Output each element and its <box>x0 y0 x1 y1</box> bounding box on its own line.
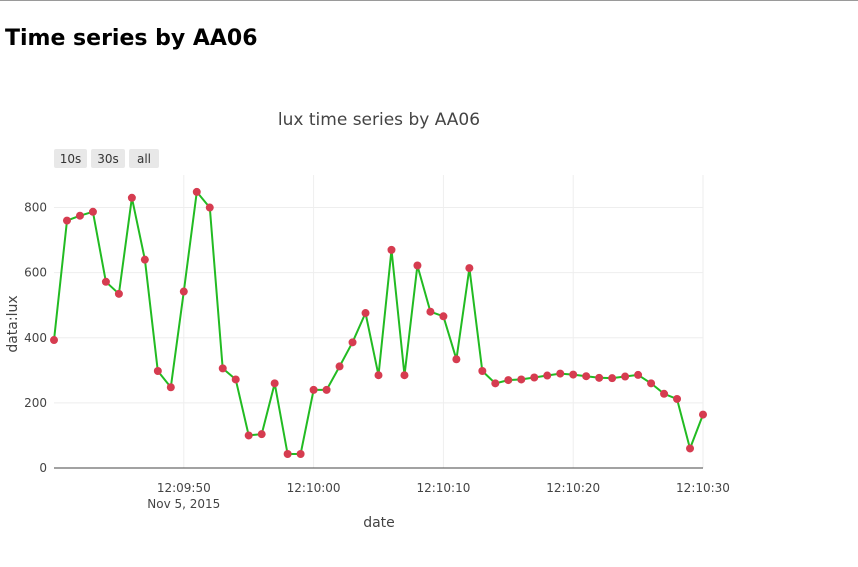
data-point <box>62 216 71 225</box>
data-point <box>270 379 279 388</box>
data-point <box>595 373 604 382</box>
data-point <box>361 309 370 318</box>
data-point <box>452 355 461 364</box>
data-point <box>140 255 149 264</box>
data-point <box>101 277 110 286</box>
y-tick-label: 200 <box>24 396 47 410</box>
data-point <box>478 366 487 375</box>
data-point <box>699 410 707 419</box>
data-point <box>322 385 331 394</box>
x-tick-label: 12:10:10 <box>416 481 470 495</box>
data-point <box>231 375 240 384</box>
plot-area <box>50 187 707 459</box>
data-point <box>569 370 578 379</box>
data-point <box>50 336 58 345</box>
chart: lux time series by AA06 10s 30s all 0 200… <box>5 110 730 531</box>
range-selector: 10s 30s all <box>54 149 159 168</box>
data-point <box>374 371 383 380</box>
data-point <box>426 307 435 316</box>
data-point <box>556 369 565 378</box>
data-point <box>504 376 513 385</box>
data-point <box>530 373 539 382</box>
y-tick-label: 0 <box>39 461 47 475</box>
y-tick-label: 400 <box>24 331 47 345</box>
data-point <box>517 375 526 384</box>
data-point <box>673 394 682 403</box>
data-point <box>400 371 409 380</box>
data-point <box>88 207 97 216</box>
axes: 0 200 400 600 800 12:09:50 Nov 5, 2015 12:10:00… <box>24 201 730 511</box>
data-point <box>413 261 422 270</box>
data-point <box>634 370 643 379</box>
data-point <box>127 193 136 202</box>
chart-title: lux time series by AA06 <box>278 110 480 130</box>
y-tick-label: 600 <box>24 266 47 280</box>
data-point <box>179 287 188 296</box>
x-tick-label: 12:09:50 <box>157 481 211 495</box>
range-button-10s[interactable]: 10s <box>54 149 87 168</box>
x-axis-title: date <box>363 515 395 531</box>
data-point <box>114 289 123 298</box>
data-point <box>608 374 617 383</box>
data-point <box>166 383 175 392</box>
data-point <box>647 379 656 388</box>
data-point <box>465 264 474 273</box>
range-button-10s-label: 10s <box>60 152 82 166</box>
data-point <box>205 203 214 212</box>
range-button-30s[interactable]: 30s <box>91 149 125 168</box>
data-point <box>439 312 448 321</box>
x-tick-label: 12:10:00 <box>287 481 341 495</box>
data-point <box>621 372 630 381</box>
range-button-all[interactable]: all <box>129 149 159 168</box>
x-tick-label: 12:10:20 <box>546 481 600 495</box>
series-line <box>53 190 704 455</box>
data-point <box>491 379 500 388</box>
data-point <box>348 338 357 347</box>
x-tick-date-label: Nov 5, 2015 <box>147 497 220 511</box>
data-point <box>387 245 396 254</box>
data-point <box>660 389 669 398</box>
data-point <box>75 211 84 220</box>
data-point <box>257 430 266 439</box>
data-point <box>192 187 201 196</box>
data-point <box>244 431 253 440</box>
data-point <box>296 450 305 459</box>
x-tick-label: 12:10:30 <box>676 481 730 495</box>
data-point <box>582 372 591 381</box>
range-button-30s-label: 30s <box>97 152 119 166</box>
data-point <box>153 366 162 375</box>
data-point <box>686 444 695 453</box>
range-button-all-label: all <box>137 152 151 166</box>
data-point <box>335 362 344 371</box>
data-point <box>543 371 552 380</box>
data-point <box>283 450 292 459</box>
data-point <box>218 364 227 373</box>
y-tick-label: 800 <box>24 201 47 215</box>
data-point <box>309 385 318 394</box>
y-axis-title: data:lux <box>5 295 21 352</box>
